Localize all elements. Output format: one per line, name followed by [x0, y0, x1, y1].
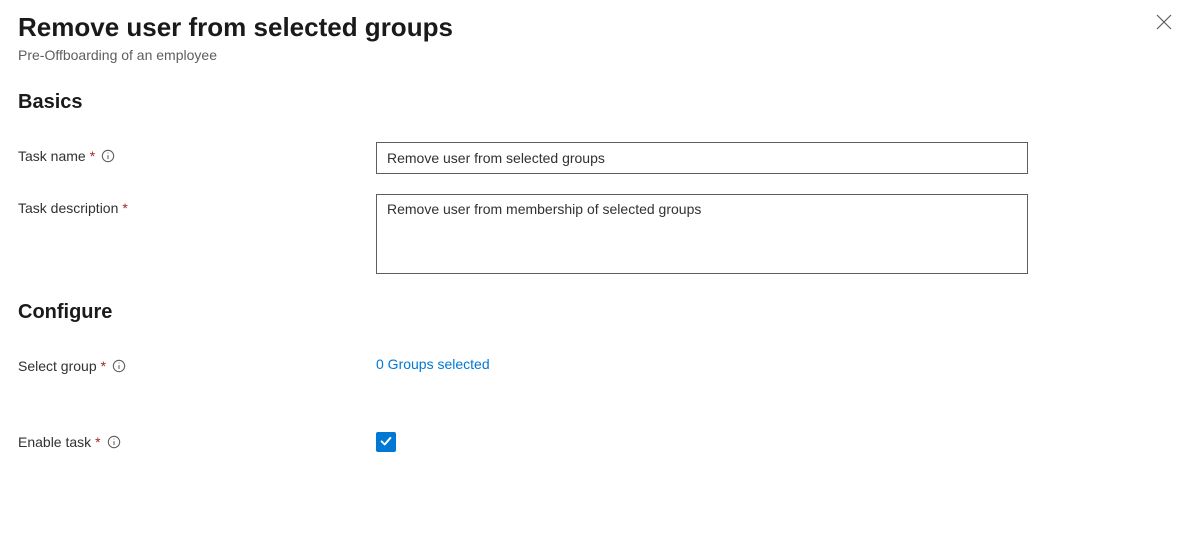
pane-subtitle: Pre-Offboarding of an employee: [18, 47, 1182, 63]
label-select-group: Select group *: [18, 352, 376, 374]
label-enable-task: Enable task *: [18, 428, 376, 450]
task-name-input[interactable]: [376, 142, 1028, 174]
row-task-description: Task description *: [18, 194, 1182, 277]
required-marker: *: [95, 434, 100, 450]
pane-title: Remove user from selected groups: [18, 12, 1182, 43]
info-icon[interactable]: [101, 149, 115, 163]
close-icon: [1156, 17, 1172, 33]
info-icon[interactable]: [107, 435, 121, 449]
row-task-name: Task name *: [18, 142, 1182, 174]
row-enable-task: Enable task *: [18, 428, 1182, 452]
label-select-group-text: Select group: [18, 358, 97, 374]
required-marker: *: [101, 358, 106, 374]
task-description-input[interactable]: [376, 194, 1028, 274]
label-task-description-text: Task description: [18, 200, 118, 216]
section-heading-basics: Basics: [18, 91, 1182, 114]
section-heading-configure: Configure: [18, 301, 1182, 324]
select-group-link[interactable]: 0 Groups selected: [376, 352, 490, 372]
checkmark-icon: [379, 434, 393, 451]
enable-task-checkbox[interactable]: [376, 432, 396, 452]
label-task-name-text: Task name: [18, 148, 86, 164]
required-marker: *: [90, 148, 95, 164]
label-task-name: Task name *: [18, 142, 376, 164]
label-task-description: Task description *: [18, 194, 376, 216]
close-button[interactable]: [1156, 14, 1172, 33]
required-marker: *: [122, 200, 127, 216]
info-icon[interactable]: [112, 359, 126, 373]
label-enable-task-text: Enable task: [18, 434, 91, 450]
row-select-group: Select group * 0 Groups selected: [18, 352, 1182, 374]
